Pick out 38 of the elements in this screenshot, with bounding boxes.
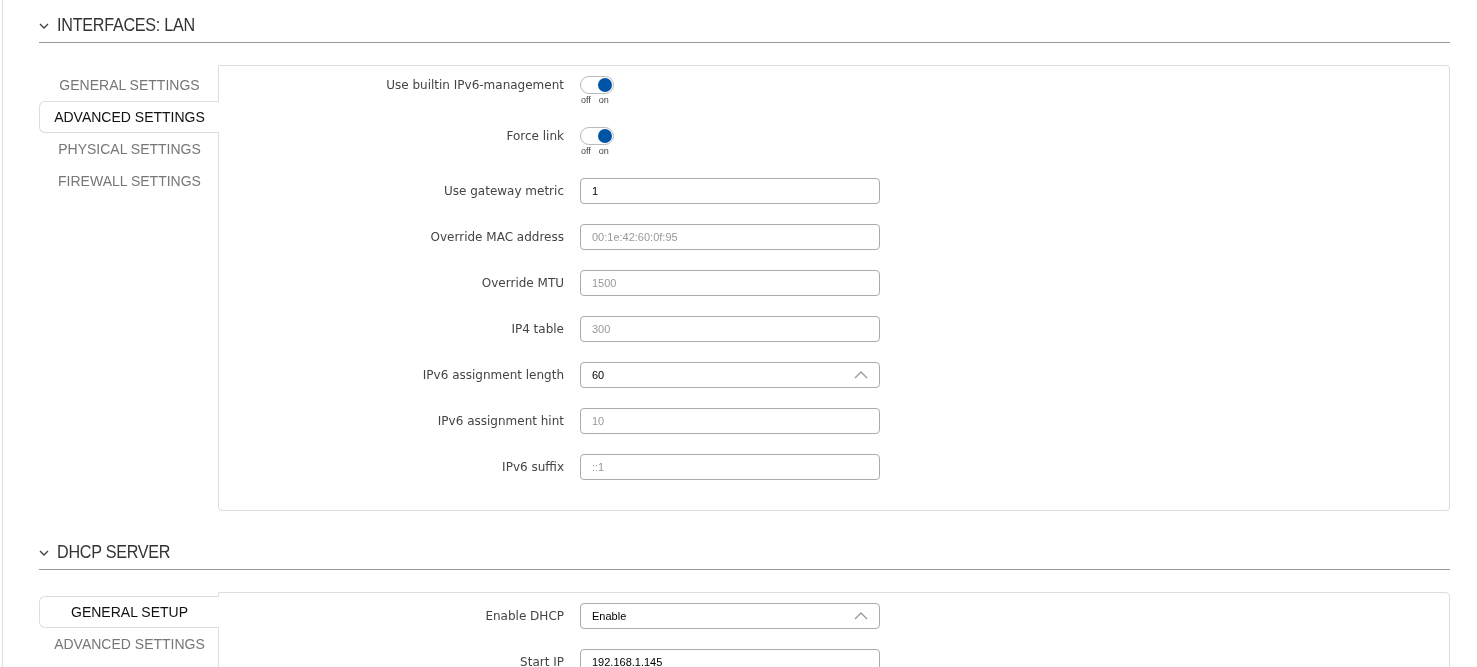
field-label: IPv6 assignment length <box>421 367 564 384</box>
toggle-switch[interactable] <box>580 127 614 145</box>
tab[interactable]: PHYSICAL SETTINGS <box>39 133 219 165</box>
field-label: Override MTU <box>480 275 564 292</box>
on-label: on <box>598 95 609 105</box>
input-field[interactable]: 1 <box>580 178 880 204</box>
toggle-switch[interactable] <box>580 76 614 94</box>
off-label: off <box>581 146 591 156</box>
chevron-down-icon[interactable] <box>39 23 49 30</box>
input-field[interactable]: 10 <box>580 408 880 434</box>
input-field[interactable]: 1500 <box>580 270 880 296</box>
select-field[interactable]: 60 <box>580 362 880 388</box>
field-label: Force link <box>505 128 564 145</box>
section-title: INTERFACES: LAN <box>57 14 195 36</box>
field-label: Use gateway metric <box>442 183 564 200</box>
caret-up-icon <box>854 371 868 379</box>
tab[interactable]: ADVANCED SETTINGS <box>39 628 219 660</box>
field-label: IP4 table <box>510 321 564 338</box>
field-label: Use builtin IPv6-management <box>385 77 564 94</box>
on-label: on <box>598 146 609 156</box>
input-field[interactable]: 192.168.1.145 <box>580 649 880 667</box>
field-label: IPv6 assignment hint <box>436 413 564 430</box>
caret-up-icon <box>854 612 868 620</box>
chevron-down-icon[interactable] <box>39 550 49 557</box>
input-field[interactable]: ::1 <box>580 454 880 480</box>
input-field[interactable]: 300 <box>580 316 880 342</box>
off-label: off <box>581 95 591 105</box>
select-field[interactable]: Enable <box>580 603 880 629</box>
tab[interactable]: FIREWALL SETTINGS <box>39 165 219 197</box>
field-label: Start IP <box>519 654 564 667</box>
tab[interactable]: GENERAL SETTINGS <box>39 69 219 101</box>
input-field[interactable]: 00:1e:42:60:0f:95 <box>580 224 880 250</box>
field-label: Enable DHCP <box>484 608 564 625</box>
section-title: DHCP SERVER <box>57 541 171 563</box>
tab[interactable]: ADVANCED SETTINGS <box>39 101 219 133</box>
tab[interactable]: GENERAL SETUP <box>39 596 219 628</box>
field-label: Override MAC address <box>429 229 564 246</box>
field-label: IPv6 suffix <box>501 459 564 476</box>
